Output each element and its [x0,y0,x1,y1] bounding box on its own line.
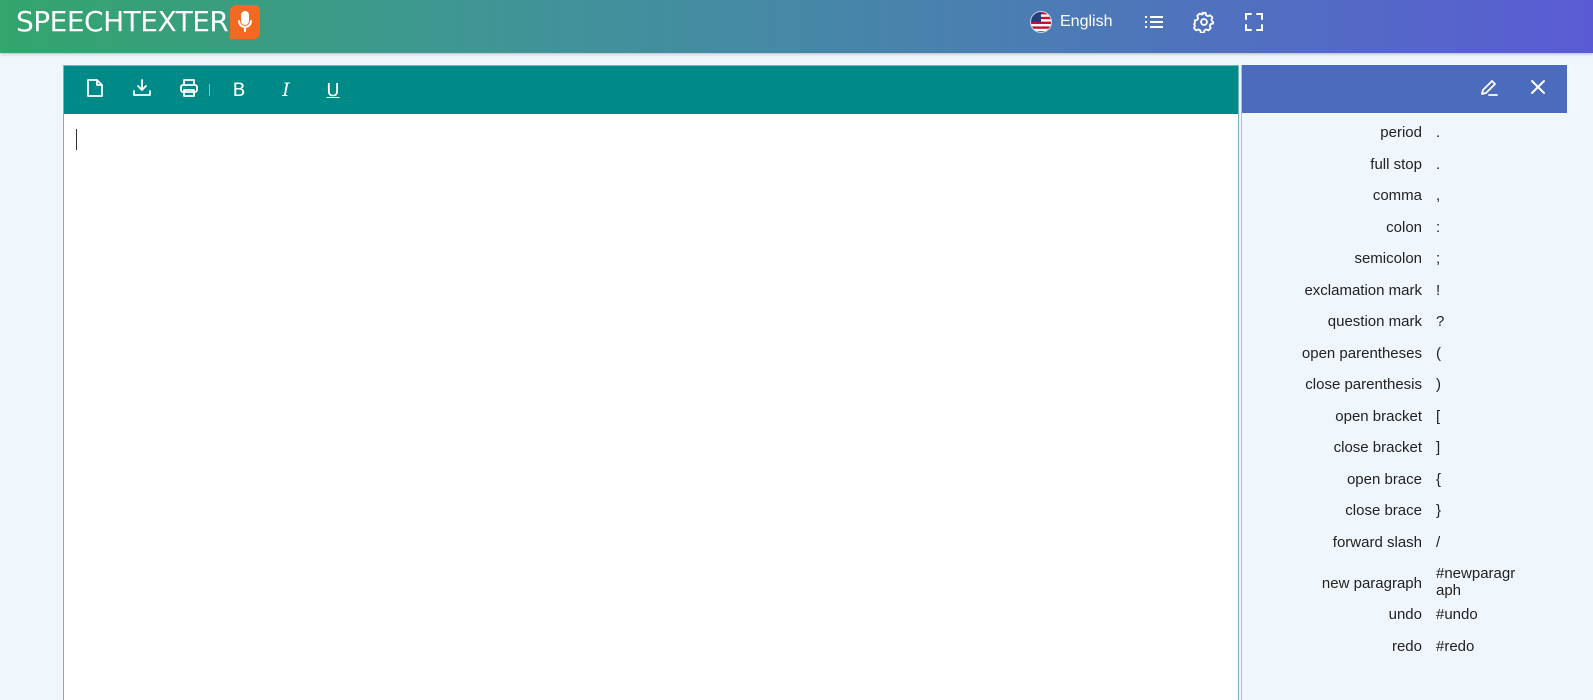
command-name: forward slash [1332,533,1422,551]
command-symbol: #newparagraph [1436,565,1516,599]
command-row: undo #undo [1242,603,1567,635]
logo[interactable]: SPEECHTEXTER [16,5,261,39]
command-row: new paragraph #newparagraph [1242,562,1567,603]
command-row: open brace { [1242,468,1567,500]
bold-icon: B [232,79,246,101]
command-name: semicolon [1354,250,1422,267]
download-icon [132,78,152,103]
close-icon [1530,79,1546,100]
language-selector[interactable]: English [1030,0,1120,43]
gear-icon [1193,11,1215,33]
text-editor-area[interactable] [64,114,1238,700]
new-document-button[interactable] [78,73,112,107]
editor-toolbar: B I U [64,66,1238,114]
command-row: colon: [1242,216,1567,248]
underline-icon: U [326,79,340,101]
command-name: new paragraph [1321,575,1422,592]
command-row: question mark? [1242,310,1567,342]
command-name: period [1380,124,1422,141]
italic-button[interactable]: I [269,73,303,107]
command-symbol: ) [1436,376,1441,393]
toolbar-divider [209,84,210,96]
command-name: open parentheses [1301,344,1422,362]
command-row: exclamation mark! [1242,279,1567,311]
command-row: open bracket [ [1242,405,1567,437]
command-name: close brace [1345,502,1422,519]
command-row: close bracket] [1242,436,1567,468]
close-panel-button[interactable] [1521,72,1555,106]
command-symbol: . [1436,155,1441,173]
us-flag-icon [1030,10,1052,33]
command-symbol: , [1436,187,1441,204]
command-row: comma, [1242,184,1567,216]
fullscreen-button[interactable] [1238,0,1270,43]
underline-button[interactable]: U [316,73,350,107]
command-row: full stop. [1242,153,1567,185]
logo-text: SPEECHTEXTER [16,5,229,38]
microphone-icon [230,5,261,39]
command-symbol: #redo [1436,637,1475,655]
print-button[interactable] [172,73,206,107]
new-document-icon [86,78,104,103]
italic-icon: I [282,79,290,101]
command-symbol: ( [1436,344,1441,362]
command-symbol: ; [1436,250,1441,267]
download-button[interactable] [125,73,159,107]
command-symbol: . [1436,124,1441,141]
command-symbol: } [1436,502,1442,519]
command-symbol: ? [1436,313,1445,330]
command-name: exclamation mark [1304,281,1422,299]
command-symbol: / [1436,533,1441,551]
print-icon [179,78,199,103]
top-bar: SPEECHTEXTER English [0,0,1593,53]
command-row: period. [1242,121,1567,153]
command-row: open parentheses ( [1242,342,1567,374]
command-name: question mark [1327,313,1422,330]
panel-header [1242,65,1567,113]
edit-pencil-icon [1479,77,1499,102]
command-name: close bracket [1333,439,1422,456]
text-cursor [76,129,77,150]
command-name: close parenthesis [1305,376,1422,393]
command-row: forward slash / [1242,531,1567,563]
language-label: English [1060,12,1113,30]
command-name: open bracket [1335,407,1422,425]
command-row: close parenthesis) [1242,373,1567,405]
commands-list-button[interactable] [1138,0,1170,43]
command-symbol: [ [1436,407,1441,425]
command-symbol: #undo [1436,606,1478,623]
command-name: colon [1386,218,1422,236]
command-symbol: ! [1436,281,1441,299]
bold-button[interactable]: B [222,73,256,107]
fullscreen-icon [1245,12,1263,31]
command-symbol: { [1436,470,1442,488]
editor: B I U [63,65,1239,700]
command-row: semicolon; [1242,247,1567,279]
command-name: full stop [1370,155,1422,173]
command-name: redo [1391,637,1422,655]
command-row: close brace} [1242,499,1567,531]
command-symbol: : [1436,218,1441,236]
command-name: undo [1388,606,1422,623]
voice-commands-panel: period. full stop. comma, colon: semicol… [1241,65,1567,700]
command-list: period. full stop. comma, colon: semicol… [1242,113,1567,666]
settings-button[interactable] [1188,0,1220,43]
list-icon [1144,14,1164,30]
command-row: redo #redo [1242,635,1567,667]
edit-commands-button[interactable] [1472,72,1506,106]
command-name: comma [1372,187,1422,204]
command-name: open brace [1346,470,1422,488]
command-symbol: ] [1436,439,1441,456]
